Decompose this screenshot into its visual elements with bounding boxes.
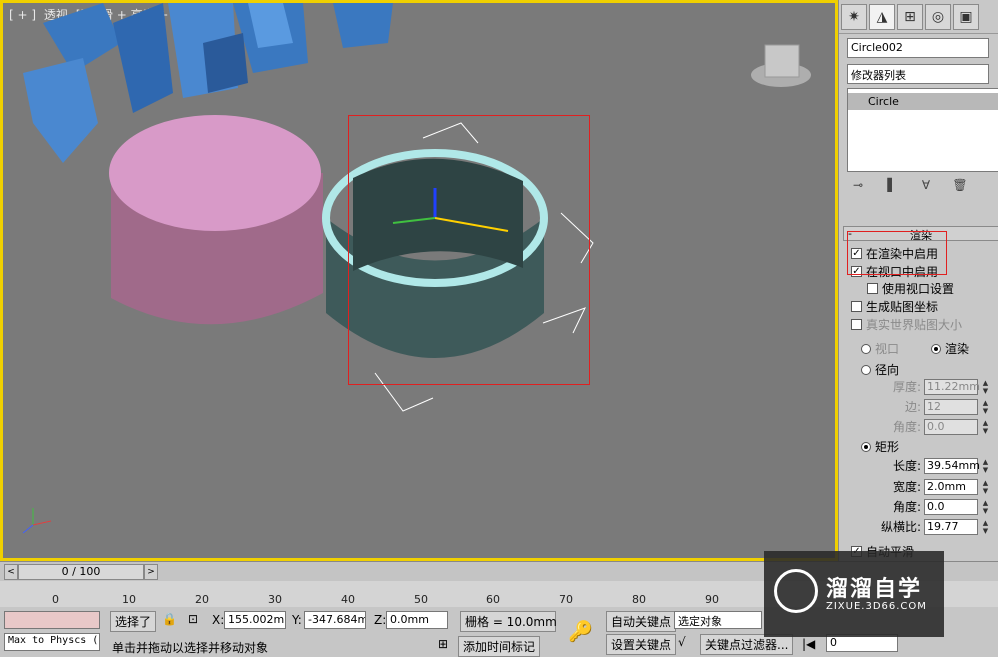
stack-toolbar: ⊸ ▌ ∀ 🗑 — [847, 178, 971, 192]
ruler-tick: 0 — [52, 593, 59, 606]
maxscript-listener-pink[interactable] — [4, 611, 100, 629]
stack-item-circle[interactable]: Circle — [848, 93, 998, 110]
grid-size-display: 栅格 = 10.0mm — [460, 611, 557, 632]
selection-bounding-box — [348, 115, 590, 385]
watermark-logo-icon — [774, 569, 818, 613]
radial-radio[interactable]: 径向 — [861, 361, 899, 378]
absolute-mode-icon[interactable]: ⊡ — [188, 612, 198, 626]
prompt-line: 单击并拖动以选择并移动对象 — [112, 641, 269, 655]
show-end-result-icon[interactable]: ▌ — [881, 178, 903, 192]
x-label: X: — [212, 613, 225, 627]
display-tab-icon[interactable]: ▣ — [953, 4, 979, 30]
goto-start-icon[interactable]: |◀ — [802, 637, 815, 651]
watermark-url: ZIXUE.3D66.COM — [826, 601, 927, 612]
object-name-field[interactable]: Circle002 — [847, 38, 989, 58]
modifier-list-dropdown[interactable]: 修改器列表 — [847, 64, 989, 84]
key-filter-curve-icon[interactable]: √ — [678, 635, 686, 649]
thickness-spinner[interactable]: 厚度: 11.22mm ▲ ▼ — [893, 378, 990, 395]
sides-spinner[interactable]: 边: 12 ▲ ▼ — [905, 398, 990, 415]
set-key-button[interactable]: 设置关键点 — [606, 634, 677, 655]
remove-modifier-icon[interactable]: 🗑 — [949, 178, 971, 192]
key-selection-dropdown[interactable]: 选定对象 — [674, 611, 762, 629]
next-frame-arrow-icon[interactable]: > — [144, 564, 158, 580]
y-label: Y: — [292, 613, 302, 627]
modifier-stack[interactable]: Circle — [847, 88, 998, 172]
real-world-map-size-checkbox[interactable]: 真实世界贴图大小 — [851, 316, 962, 333]
render-mode-radio[interactable]: 渲染 — [931, 340, 969, 357]
ruler-tick: 70 — [559, 593, 573, 606]
length-spinner[interactable]: 长度: 39.54mm ▲ ▼ — [893, 457, 990, 474]
aspect-spinner[interactable]: 纵横比: 19.77 ▲ ▼ — [881, 518, 990, 535]
use-viewport-settings-checkbox[interactable]: 使用视口设置 — [867, 280, 954, 297]
ruler-tick: 20 — [195, 593, 209, 606]
modify-tab-icon[interactable]: ◮ — [869, 4, 895, 30]
watermark-title: 溜溜自学 — [826, 577, 923, 602]
rect-angle-spinner[interactable]: 角度: 0.0 ▲ ▼ — [893, 498, 990, 515]
ruler-tick: 30 — [268, 593, 282, 606]
create-tab-icon[interactable]: ✷ — [841, 4, 867, 30]
z-coordinate-field[interactable]: 0.0mm — [386, 611, 448, 629]
key-filters-button[interactable]: 关键点过滤器... — [700, 634, 794, 655]
ruler-tick: 50 — [414, 593, 428, 606]
time-slider[interactable]: 0 / 100 — [18, 564, 144, 580]
width-spinner[interactable]: 宽度: 2.0mm ▲ ▼ — [893, 478, 990, 495]
pin-stack-icon[interactable]: ⊸ — [847, 178, 869, 192]
command-panel: ✷ ◮ ⊞ ◎ ▣ Circle002 修改器列表 Circle ⊸ ▌ ∀ 🗑… — [838, 0, 998, 561]
command-panel-tabs: ✷ ◮ ⊞ ◎ ▣ — [839, 0, 998, 34]
viewport-mode-radio[interactable]: 视口 — [861, 340, 899, 357]
generate-mapping-coords-checkbox[interactable]: 生成贴图坐标 — [851, 298, 938, 315]
y-coordinate-field[interactable]: -347.684m — [304, 611, 366, 629]
auto-key-button[interactable]: 自动关键点 — [606, 611, 677, 632]
ruler-tick: 60 — [486, 593, 500, 606]
ruler-tick: 80 — [632, 593, 646, 606]
axis-tripod-icon — [22, 508, 52, 534]
radial-angle-spinner[interactable]: 角度: 0.0 ▲ ▼ — [893, 418, 990, 435]
motion-tab-icon[interactable]: ◎ — [925, 4, 951, 30]
hierarchy-tab-icon[interactable]: ⊞ — [897, 4, 923, 30]
make-unique-icon[interactable]: ∀ — [915, 178, 937, 192]
z-label: Z: — [374, 613, 387, 627]
watermark-overlay: 溜溜自学 ZIXUE.3D66.COM — [764, 551, 944, 637]
highlight-box — [847, 231, 947, 275]
maxscript-mini-listener[interactable]: Max to Physcs ( — [4, 633, 100, 651]
prev-frame-arrow-icon[interactable]: < — [4, 564, 18, 580]
key-mode-icon[interactable]: 🔑 — [568, 619, 593, 643]
ruler-tick: 90 — [705, 593, 719, 606]
pink-cylinder[interactable] — [109, 115, 323, 325]
perspective-viewport[interactable]: [ + ] 透视 [] 平滑 + 高光 + 边面 ] — [0, 0, 838, 561]
ruler-tick: 40 — [341, 593, 355, 606]
ruler-tick: 10 — [122, 593, 136, 606]
lock-icon[interactable]: 🔒 — [162, 612, 177, 626]
time-tag-icon[interactable]: ⊞ — [438, 637, 448, 651]
selection-status: 选择了 — [110, 611, 157, 632]
view-cube-icon[interactable] — [751, 44, 811, 87]
add-time-tag-button[interactable]: 添加时间标记 — [458, 636, 541, 657]
rectangular-radio[interactable]: 矩形 — [861, 438, 899, 455]
x-coordinate-field[interactable]: 155.002mr — [224, 611, 286, 629]
